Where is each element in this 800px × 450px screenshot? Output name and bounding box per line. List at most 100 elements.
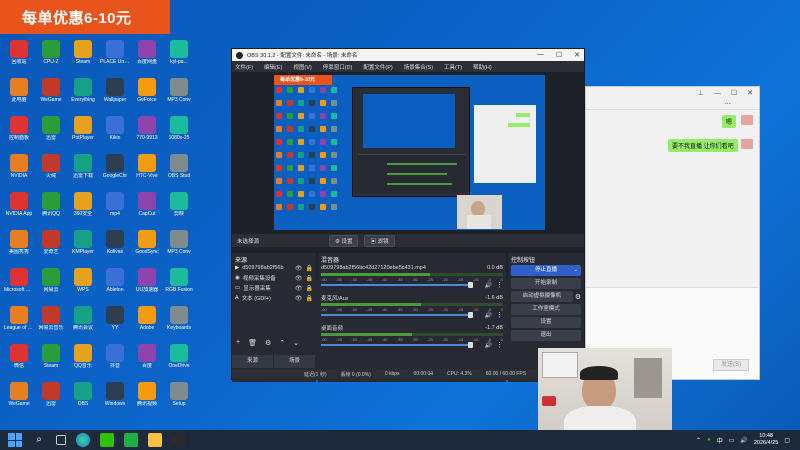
desktop-shortcut[interactable]: 腾讯QQ xyxy=(36,192,66,222)
volume-knob[interactable] xyxy=(468,312,473,318)
more-options-icon[interactable]: ⋯ xyxy=(724,100,731,108)
desktop-shortcut[interactable]: 剪映 xyxy=(164,192,194,222)
pin-icon[interactable]: ⊥ xyxy=(698,89,704,97)
volume-knob[interactable] xyxy=(468,342,473,348)
desktop-shortcut[interactable]: Keyboards xyxy=(164,306,194,336)
lock-icon[interactable]: 🔒 xyxy=(306,265,313,272)
desktop-shortcut[interactable]: 360安全 xyxy=(68,192,98,222)
menu-item[interactable]: 编辑(E) xyxy=(264,63,282,71)
desktop-shortcut[interactable]: CPU-Z xyxy=(36,40,66,70)
windows-start-icon[interactable] xyxy=(8,433,22,447)
wechat-alt-icon[interactable] xyxy=(124,433,138,447)
desktop-shortcut[interactable]: PLACE Unreal xyxy=(100,40,130,70)
close-icon[interactable]: ✕ xyxy=(574,51,580,59)
desktop-shortcut[interactable]: 控制面板 xyxy=(4,116,34,146)
desktop-shortcut[interactable]: 迅雷下载 xyxy=(68,154,98,184)
edge-icon[interactable] xyxy=(76,433,90,447)
desktop-shortcut[interactable]: HTC-Vive xyxy=(132,154,162,184)
gear-icon[interactable]: ⚙ xyxy=(265,339,271,349)
desktop-shortcut[interactable]: 百度网盘 xyxy=(132,40,162,70)
menu-item[interactable]: 视图(V) xyxy=(293,63,311,71)
desktop-shortcut[interactable]: KMPlayer xyxy=(68,230,98,260)
menu-item[interactable]: 配置文件(P) xyxy=(363,63,392,71)
volume-slider[interactable] xyxy=(321,282,473,288)
desktop-shortcut[interactable]: 火绒 xyxy=(36,154,66,184)
desktop-shortcut[interactable]: Wallpaper xyxy=(100,78,130,108)
mute-icon[interactable]: 🔊 xyxy=(485,282,492,289)
desktop-shortcut[interactable]: 迅雷 xyxy=(36,116,66,146)
source-item[interactable]: ▭ 显示器采集 👁 🔒 xyxy=(232,283,316,293)
add-icon[interactable]: + xyxy=(236,339,240,349)
visibility-icon[interactable]: 👁 xyxy=(295,295,303,302)
mute-icon[interactable]: 🔊 xyxy=(485,312,492,319)
file-explorer-icon[interactable] xyxy=(148,433,162,447)
desktop-shortcut[interactable]: 此电脑 xyxy=(4,78,34,108)
start-record-button[interactable]: 开始录制 xyxy=(511,278,581,289)
desktop-shortcut[interactable]: UU加速器 xyxy=(132,268,162,298)
volume-knob[interactable] xyxy=(468,282,473,288)
desktop-shortcut[interactable]: GoodSync xyxy=(132,230,162,260)
studio-mode-button[interactable]: 工作室模式 xyxy=(511,304,581,315)
maximize-icon[interactable]: ☐ xyxy=(731,89,737,97)
obs-taskbar-icon[interactable] xyxy=(172,433,186,447)
desktop-shortcut[interactable]: 770-9913 xyxy=(132,116,162,146)
search-icon[interactable]: ⌕ xyxy=(32,433,46,447)
minimize-icon[interactable]: — xyxy=(714,90,721,97)
menu-item[interactable]: 停靠窗口(D) xyxy=(323,63,353,71)
chat-window[interactable]: ⊥ — ☐ ✕ ⋯ 嗯 要不我直播 让你们看吧 ☺ ✆ 发送(S) xyxy=(585,86,760,380)
desktop-shortcut[interactable]: YY xyxy=(100,306,130,336)
visibility-icon[interactable]: 👁 xyxy=(295,265,303,272)
desktop-shortcut[interactable]: 1080x-25 xyxy=(164,116,194,146)
desktop-shortcut[interactable]: 抖音 xyxy=(100,344,130,374)
desktop-shortcut[interactable]: Steam xyxy=(68,40,98,70)
desktop-shortcut[interactable]: RGB Fusion xyxy=(164,268,194,298)
volume-icon[interactable]: 🔊 xyxy=(740,437,747,444)
lock-icon[interactable]: 🔒 xyxy=(306,285,313,292)
menu-item[interactable]: 场景集合(S) xyxy=(404,63,433,71)
desktop-shortcut[interactable]: 爱奇艺 xyxy=(36,230,66,260)
desktop-shortcut[interactable]: GeForce xyxy=(132,78,162,108)
source-item[interactable]: ▶ d509798ab2f56b 👁 🔒 xyxy=(232,263,316,273)
task-view-icon[interactable] xyxy=(56,435,66,445)
desktop-shortcut[interactable]: QQ音乐 xyxy=(68,344,98,374)
tab-sources[interactable]: 来源 xyxy=(232,355,274,368)
desktop-shortcut[interactable]: 腾讯视频 xyxy=(132,382,162,412)
desktop-shortcut[interactable]: CapCut xyxy=(132,192,162,222)
desktop-shortcut[interactable]: mp4 xyxy=(100,192,130,222)
trash-icon[interactable]: 🗑 xyxy=(248,339,257,349)
desktop-shortcut[interactable]: 网易云 xyxy=(36,268,66,298)
desktop-shortcut[interactable]: Kolivas xyxy=(100,230,130,260)
desktop-shortcut[interactable]: WeGame xyxy=(36,78,66,108)
desktop-shortcut[interactable]: Everything xyxy=(68,78,98,108)
clock[interactable]: 10:48 2026/4/25 xyxy=(754,433,778,447)
obs-preview[interactable]: 每单优惠6-10元 xyxy=(232,72,584,280)
desktop-shortcut[interactable]: Steam xyxy=(36,344,66,374)
desktop-shortcut[interactable]: WeGame xyxy=(4,382,34,412)
desktop-shortcut[interactable]: 迅雷 xyxy=(36,382,66,412)
desktop-shortcut[interactable]: MP3 Conv xyxy=(164,230,194,260)
desktop-shortcut[interactable]: WPS xyxy=(68,268,98,298)
desktop-shortcut[interactable]: 回收站 xyxy=(4,40,34,70)
desktop-shortcut[interactable]: Microsoft Edge xyxy=(4,268,34,298)
visibility-icon[interactable]: 👁 xyxy=(295,275,303,282)
chevron-down-icon[interactable]: ⌄ xyxy=(573,265,578,276)
maximize-icon[interactable]: ☐ xyxy=(556,51,562,59)
virtual-camera-button[interactable]: 启动虚拟摄像机 xyxy=(511,291,573,302)
filters-button[interactable]: ▣ 滤镜 xyxy=(364,234,395,247)
desktop-shortcut[interactable]: OneDrive xyxy=(164,344,194,374)
desktop-shortcut[interactable]: 腾讯会议 xyxy=(68,306,98,336)
desktop-shortcut[interactable]: MP3 Conv xyxy=(164,78,194,108)
volume-slider[interactable] xyxy=(321,342,473,348)
desktop-shortcut[interactable]: NVIDIA xyxy=(4,154,34,184)
desktop-shortcut[interactable]: 百度 xyxy=(132,344,162,374)
desktop-shortcut[interactable]: Adobe xyxy=(132,306,162,336)
source-item[interactable]: ◉ 视频采集设备 👁 🔒 xyxy=(232,273,316,283)
move-up-icon[interactable]: ⌃ xyxy=(279,339,285,349)
menu-item[interactable]: 帮助(H) xyxy=(473,63,492,71)
desktop-shortcut[interactable]: Windows xyxy=(100,382,130,412)
channel-menu-icon[interactable]: ⋮ xyxy=(496,341,503,349)
desktop-shortcut[interactable]: League of Legends xyxy=(4,306,34,336)
network-icon[interactable]: ▭ xyxy=(729,437,735,444)
obs-window[interactable]: OBS 30.1.2 - 配置文件: 未命名 - 场景: 未命名 — ☐ ✕ 文… xyxy=(231,48,585,382)
mute-icon[interactable]: 🔊 xyxy=(485,342,492,349)
